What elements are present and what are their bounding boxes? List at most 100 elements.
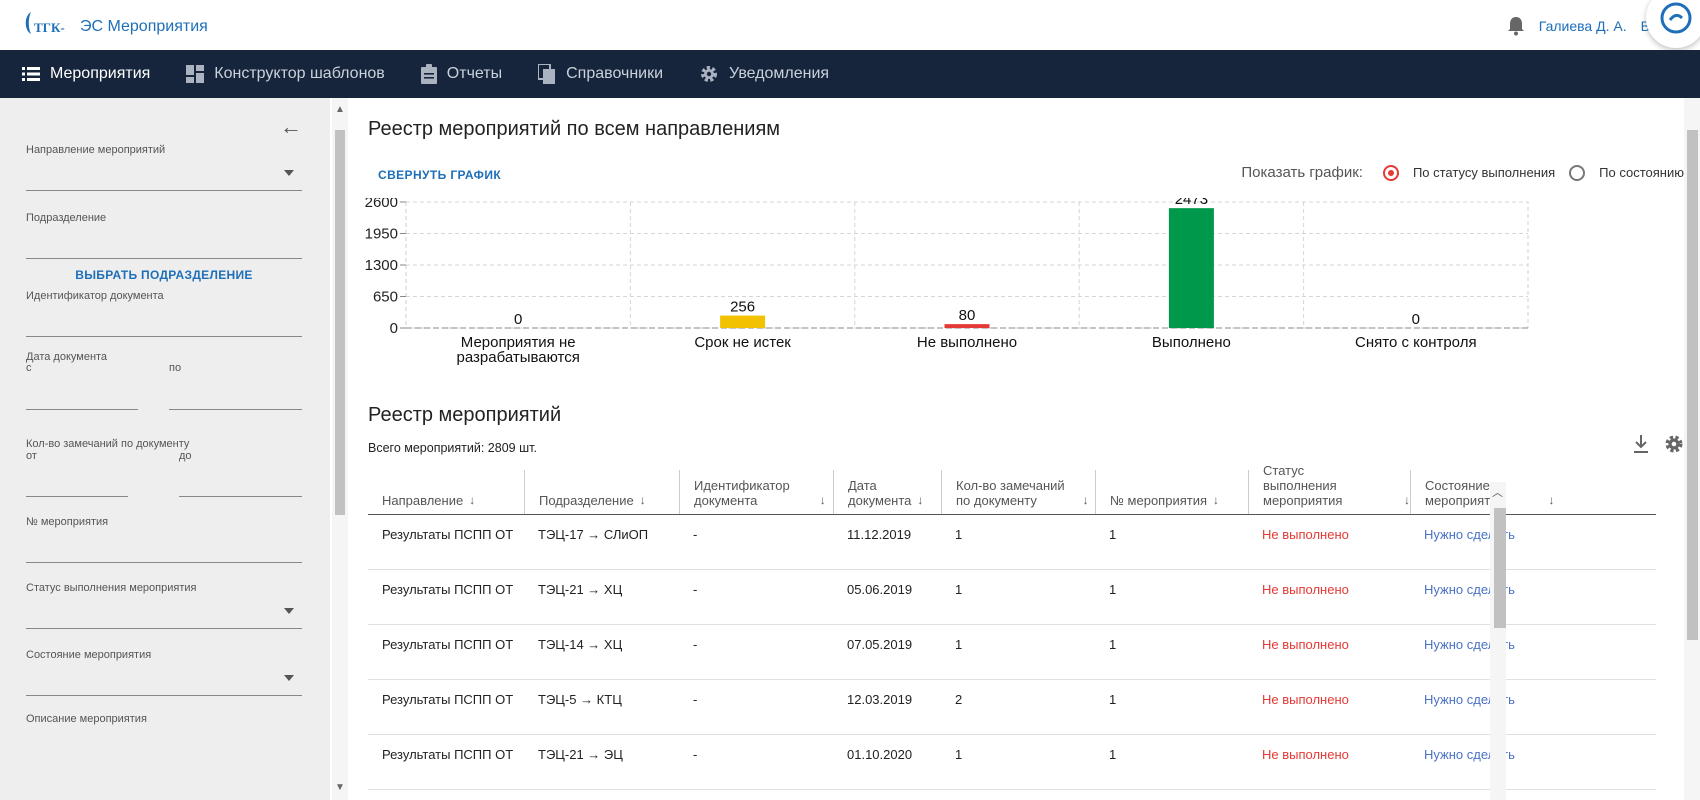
company-logo[interactable]: ТГК-1 [22,8,66,38]
cell-direction: Результаты ПСПП ОТ [382,747,514,762]
cell-doc-id: - [693,527,698,542]
x-category-label: Не выполнено [917,334,1017,351]
column-header-doc-id[interactable]: Идентификатор документа ↓ [679,470,833,514]
cell-division: ТЭЦ-14 → ХЦ [538,637,623,652]
sort-arrow-icon: ↓ [1082,493,1089,507]
column-header-remarks[interactable]: Кол-во замечаний по документу ↓ [941,470,1095,514]
column-header-state[interactable]: Состояние мероприятия ↓ [1410,470,1560,514]
nav-label: Мероприятия [50,65,151,82]
column-header-division[interactable]: Подразделение ↓ [524,470,679,514]
description-field[interactable]: Описание мероприятия [26,713,302,726]
event-number-label: № мероприятия [26,516,109,528]
column-header-doc-date[interactable]: Дата документа ↓ [833,470,941,514]
remarks-range: Кол-во замечаний по документу от до [26,438,302,497]
chart-bar [944,324,990,328]
table-row[interactable]: Результаты ПСПП ОТ ТЭЦ-5 → КТЦ - 12.03.2019… [368,680,1656,735]
cell-direction: Результаты ПСПП ОТ [382,582,514,597]
radio-by-status[interactable] [1382,164,1399,181]
x-category-label: Выполнено [1152,334,1231,351]
state-select[interactable]: Состояние мероприятия [26,649,302,696]
radio-by-state-label[interactable]: По состоянию [1599,165,1684,180]
nav-events[interactable]: Мероприятия [0,50,164,98]
bell-icon[interactable] [1507,16,1525,36]
date-from-label: с [26,362,32,374]
bar-value-label: 0 [1412,311,1420,328]
x-category-label: Снято с контроля [1355,334,1477,351]
column-header-event-number[interactable]: № мероприятия ↓ [1095,470,1248,514]
column-label: № мероприятия [1110,493,1208,508]
cell-remarks: 1 [955,527,963,542]
settings-icon[interactable] [1664,434,1684,454]
y-tick-label: 1300 [365,257,398,274]
scroll-down-icon[interactable]: ▼ [335,782,345,793]
column-label: документа [694,493,758,508]
doc-id-field[interactable]: Идентификатор документа [26,290,302,337]
table-row[interactable]: Результаты ПСПП ОТ ТЭЦ-21 → ХЦ - 05.06.2019… [368,570,1656,625]
cell-division: ТЭЦ-5 → КТЦ [538,692,622,707]
field-underline [26,258,302,259]
radio-by-state[interactable] [1569,164,1586,181]
date-from-input[interactable] [26,409,138,410]
sort-arrow-icon: ↓ [1213,493,1220,507]
bar-value-label: 2473 [1175,198,1208,208]
window-scroll-thumb[interactable] [1687,130,1698,640]
radio-by-status-label[interactable]: По статусу выполнения [1413,165,1555,180]
remarks-label: Кол-во замечаний по документу [26,438,190,450]
event-number-field[interactable]: № мероприятия [26,516,302,563]
column-label: мероприятия [1263,493,1343,508]
cell-exec-status: Не выполнено [1262,747,1349,762]
cell-division: ТЭЦ-21 → ХЦ [538,582,623,597]
chart-mode-radio-group: Показать график: По статусу выполнения П… [1241,164,1684,181]
filter-sidebar: ← Направление мероприятий Подразделение … [0,98,330,800]
table-row[interactable]: Результаты ПСПП ОТ ТЭЦ-14 → ХЦ - 07.05.2019… [368,625,1656,680]
cell-doc-id: - [693,747,698,762]
scroll-up-icon[interactable]: ︿ [1492,484,1503,500]
exec-status-select[interactable]: Статус выполнения мероприятия [26,582,302,629]
download-icon[interactable] [1632,434,1650,454]
page-title: Реестр мероприятий по всем направлениям [368,118,781,140]
column-label: Идентификатор [694,478,790,493]
division-field[interactable]: Подразделение [26,212,302,259]
table-row[interactable]: Результаты ПСПП ОТ ТЭЦ-21 → ЭЦ - 01.10.2020… [368,735,1656,790]
scroll-up-icon[interactable]: ▲ [335,104,345,115]
field-underline [26,190,302,191]
table-row[interactable]: Результаты ПСПП ОТ ТЭЦ-17 → СЛиОП - 11.12.2… [368,515,1656,570]
sidebar-scroll-thumb[interactable] [335,130,345,515]
sort-arrow-icon: ↓ [917,493,924,507]
doc-date-range: Дата документа с по [26,351,302,410]
collapse-chart-button[interactable]: СВЕРНУТЬ ГРАФИК [378,168,501,182]
events-table: Направление ↓ Подразделение ↓ Идентификато… [368,463,1656,790]
nav-template-builder[interactable]: Конструктор шаблонов [164,50,399,98]
bar-value-label: 0 [514,311,522,328]
table-scroll-thumb[interactable] [1494,508,1506,628]
chevron-down-icon [284,170,294,176]
nav-reports[interactable]: Отчеты [399,50,516,98]
column-header-direction[interactable]: Направление ↓ [368,470,524,514]
nav-notifications[interactable]: Уведомления [677,50,843,98]
direction-label: Направление мероприятий [26,144,166,156]
remarks-from-input[interactable] [26,496,128,497]
bar-value-label: 256 [730,299,755,316]
registry-title: Реестр мероприятий [368,404,562,426]
cell-remarks: 1 [955,637,963,652]
remarks-to-input[interactable] [179,496,302,497]
date-to-input[interactable] [169,409,302,410]
column-label: документа [848,493,912,508]
collapse-sidebar-icon[interactable]: ← [280,114,302,140]
cell-event-number: 1 [1109,527,1117,542]
column-label: Подразделение [539,493,634,508]
column-label: Кол-во замечаний [956,478,1065,493]
chevron-down-icon [284,608,294,614]
app-title[interactable]: ЭС Мероприятия [80,18,208,36]
cell-exec-status: Не выполнено [1262,692,1349,707]
y-tick-label: 1950 [365,226,398,243]
nav-references[interactable]: Справочники [516,50,677,98]
direction-select[interactable]: Направление мероприятий [26,144,302,191]
date-to-label: по [169,362,182,374]
cell-remarks: 1 [955,582,963,597]
dashboard-icon [186,65,205,83]
column-header-exec-status[interactable]: Статус выполнения мероприятия ↓ [1248,463,1410,514]
chat-button[interactable] [1646,0,1700,48]
user-name[interactable]: Галиева Д. А. [1539,18,1627,34]
select-division-button[interactable]: ВЫБРАТЬ ПОДРАЗДЕЛЕНИЕ [26,268,302,282]
